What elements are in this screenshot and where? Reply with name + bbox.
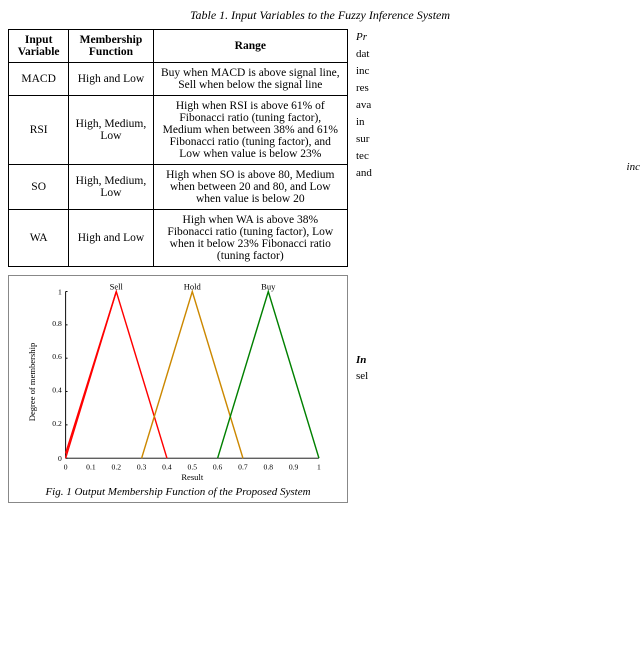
membership-rsi: High, Medium, Low: [69, 96, 153, 165]
table-row: MACD High and Low Buy when MACD is above…: [9, 63, 348, 96]
svg-text:0: 0: [58, 454, 62, 463]
svg-text:Buy: Buy: [261, 282, 276, 292]
right-text-bottom-col: In sel: [356, 275, 632, 503]
svg-text:Hold: Hold: [184, 282, 202, 292]
corner-text: inc: [627, 161, 640, 173]
right-text-bottom: In sel: [356, 275, 632, 385]
page-container: Table 1. Input Variables to the Fuzzy In…: [0, 0, 640, 511]
svg-text:Degree of membership: Degree of membership: [27, 343, 37, 421]
membership-chart: Degree of membership 0 0.2 0.: [13, 282, 343, 482]
col-header-range: Range: [153, 30, 347, 63]
col-header-membership: Membership Function: [69, 30, 153, 63]
variable-so: SO: [9, 165, 69, 210]
svg-text:0.7: 0.7: [238, 463, 248, 472]
range-rsi: High when RSI is above 61% of Fibonacci …: [153, 96, 347, 165]
chart-section: Degree of membership 0 0.2 0.: [8, 267, 632, 503]
table-row: RSI High, Medium, Low High when RSI is a…: [9, 96, 348, 165]
chart-container: Degree of membership 0 0.2 0.: [8, 275, 348, 503]
col-header-variable: Input Variable: [9, 30, 69, 63]
svg-text:1: 1: [58, 287, 62, 296]
svg-text:0.3: 0.3: [137, 463, 147, 472]
svg-text:0.2: 0.2: [112, 463, 122, 472]
range-macd: Buy when MACD is above signal line, Sell…: [153, 63, 347, 96]
variable-wa: WA: [9, 210, 69, 267]
svg-text:Result: Result: [181, 472, 204, 482]
svg-text:0.6: 0.6: [213, 463, 223, 472]
input-table: Input Variable Membership Function Range…: [8, 29, 348, 267]
table-title: Table 1. Input Variables to the Fuzzy In…: [190, 8, 450, 23]
sel-text: sel: [356, 370, 368, 382]
chart-caption: Fig. 1 Output Membership Function of the…: [13, 486, 343, 498]
svg-text:0.5: 0.5: [188, 463, 198, 472]
svg-text:0.8: 0.8: [52, 319, 62, 328]
membership-macd: High and Low: [69, 63, 153, 96]
in-label: In: [356, 354, 366, 366]
table-section: Table 1. Input Variables to the Fuzzy In…: [0, 8, 640, 503]
table-row: SO High, Medium, Low High when SO is abo…: [9, 165, 348, 210]
right-column: Pr dat inc res ava in sur tec and: [348, 29, 638, 267]
svg-text:0.8: 0.8: [264, 463, 274, 472]
svg-text:0.9: 0.9: [289, 463, 299, 472]
variable-macd: MACD: [9, 63, 69, 96]
svg-text:0: 0: [64, 463, 68, 472]
svg-text:0.4: 0.4: [162, 463, 172, 472]
chart-area: Degree of membership 0 0.2 0.: [13, 282, 343, 482]
svg-text:Sell: Sell: [110, 282, 124, 292]
svg-text:0.2: 0.2: [52, 419, 62, 428]
membership-wa: High and Low: [69, 210, 153, 267]
main-layout: Input Variable Membership Function Range…: [8, 29, 632, 267]
right-top-text: Pr dat inc res ava in sur tec and: [356, 29, 638, 182]
range-so: High when SO is above 80, Medium when be…: [153, 165, 347, 210]
range-wa: High when WA is above 38% Fibonacci rati…: [153, 210, 347, 267]
svg-text:0.4: 0.4: [52, 385, 62, 394]
svg-text:1: 1: [317, 463, 321, 472]
svg-text:0.6: 0.6: [52, 352, 62, 361]
table-row: WA High and Low High when WA is above 38…: [9, 210, 348, 267]
left-column: Input Variable Membership Function Range…: [8, 29, 348, 267]
svg-text:0.1: 0.1: [86, 463, 96, 472]
variable-rsi: RSI: [9, 96, 69, 165]
membership-so: High, Medium, Low: [69, 165, 153, 210]
